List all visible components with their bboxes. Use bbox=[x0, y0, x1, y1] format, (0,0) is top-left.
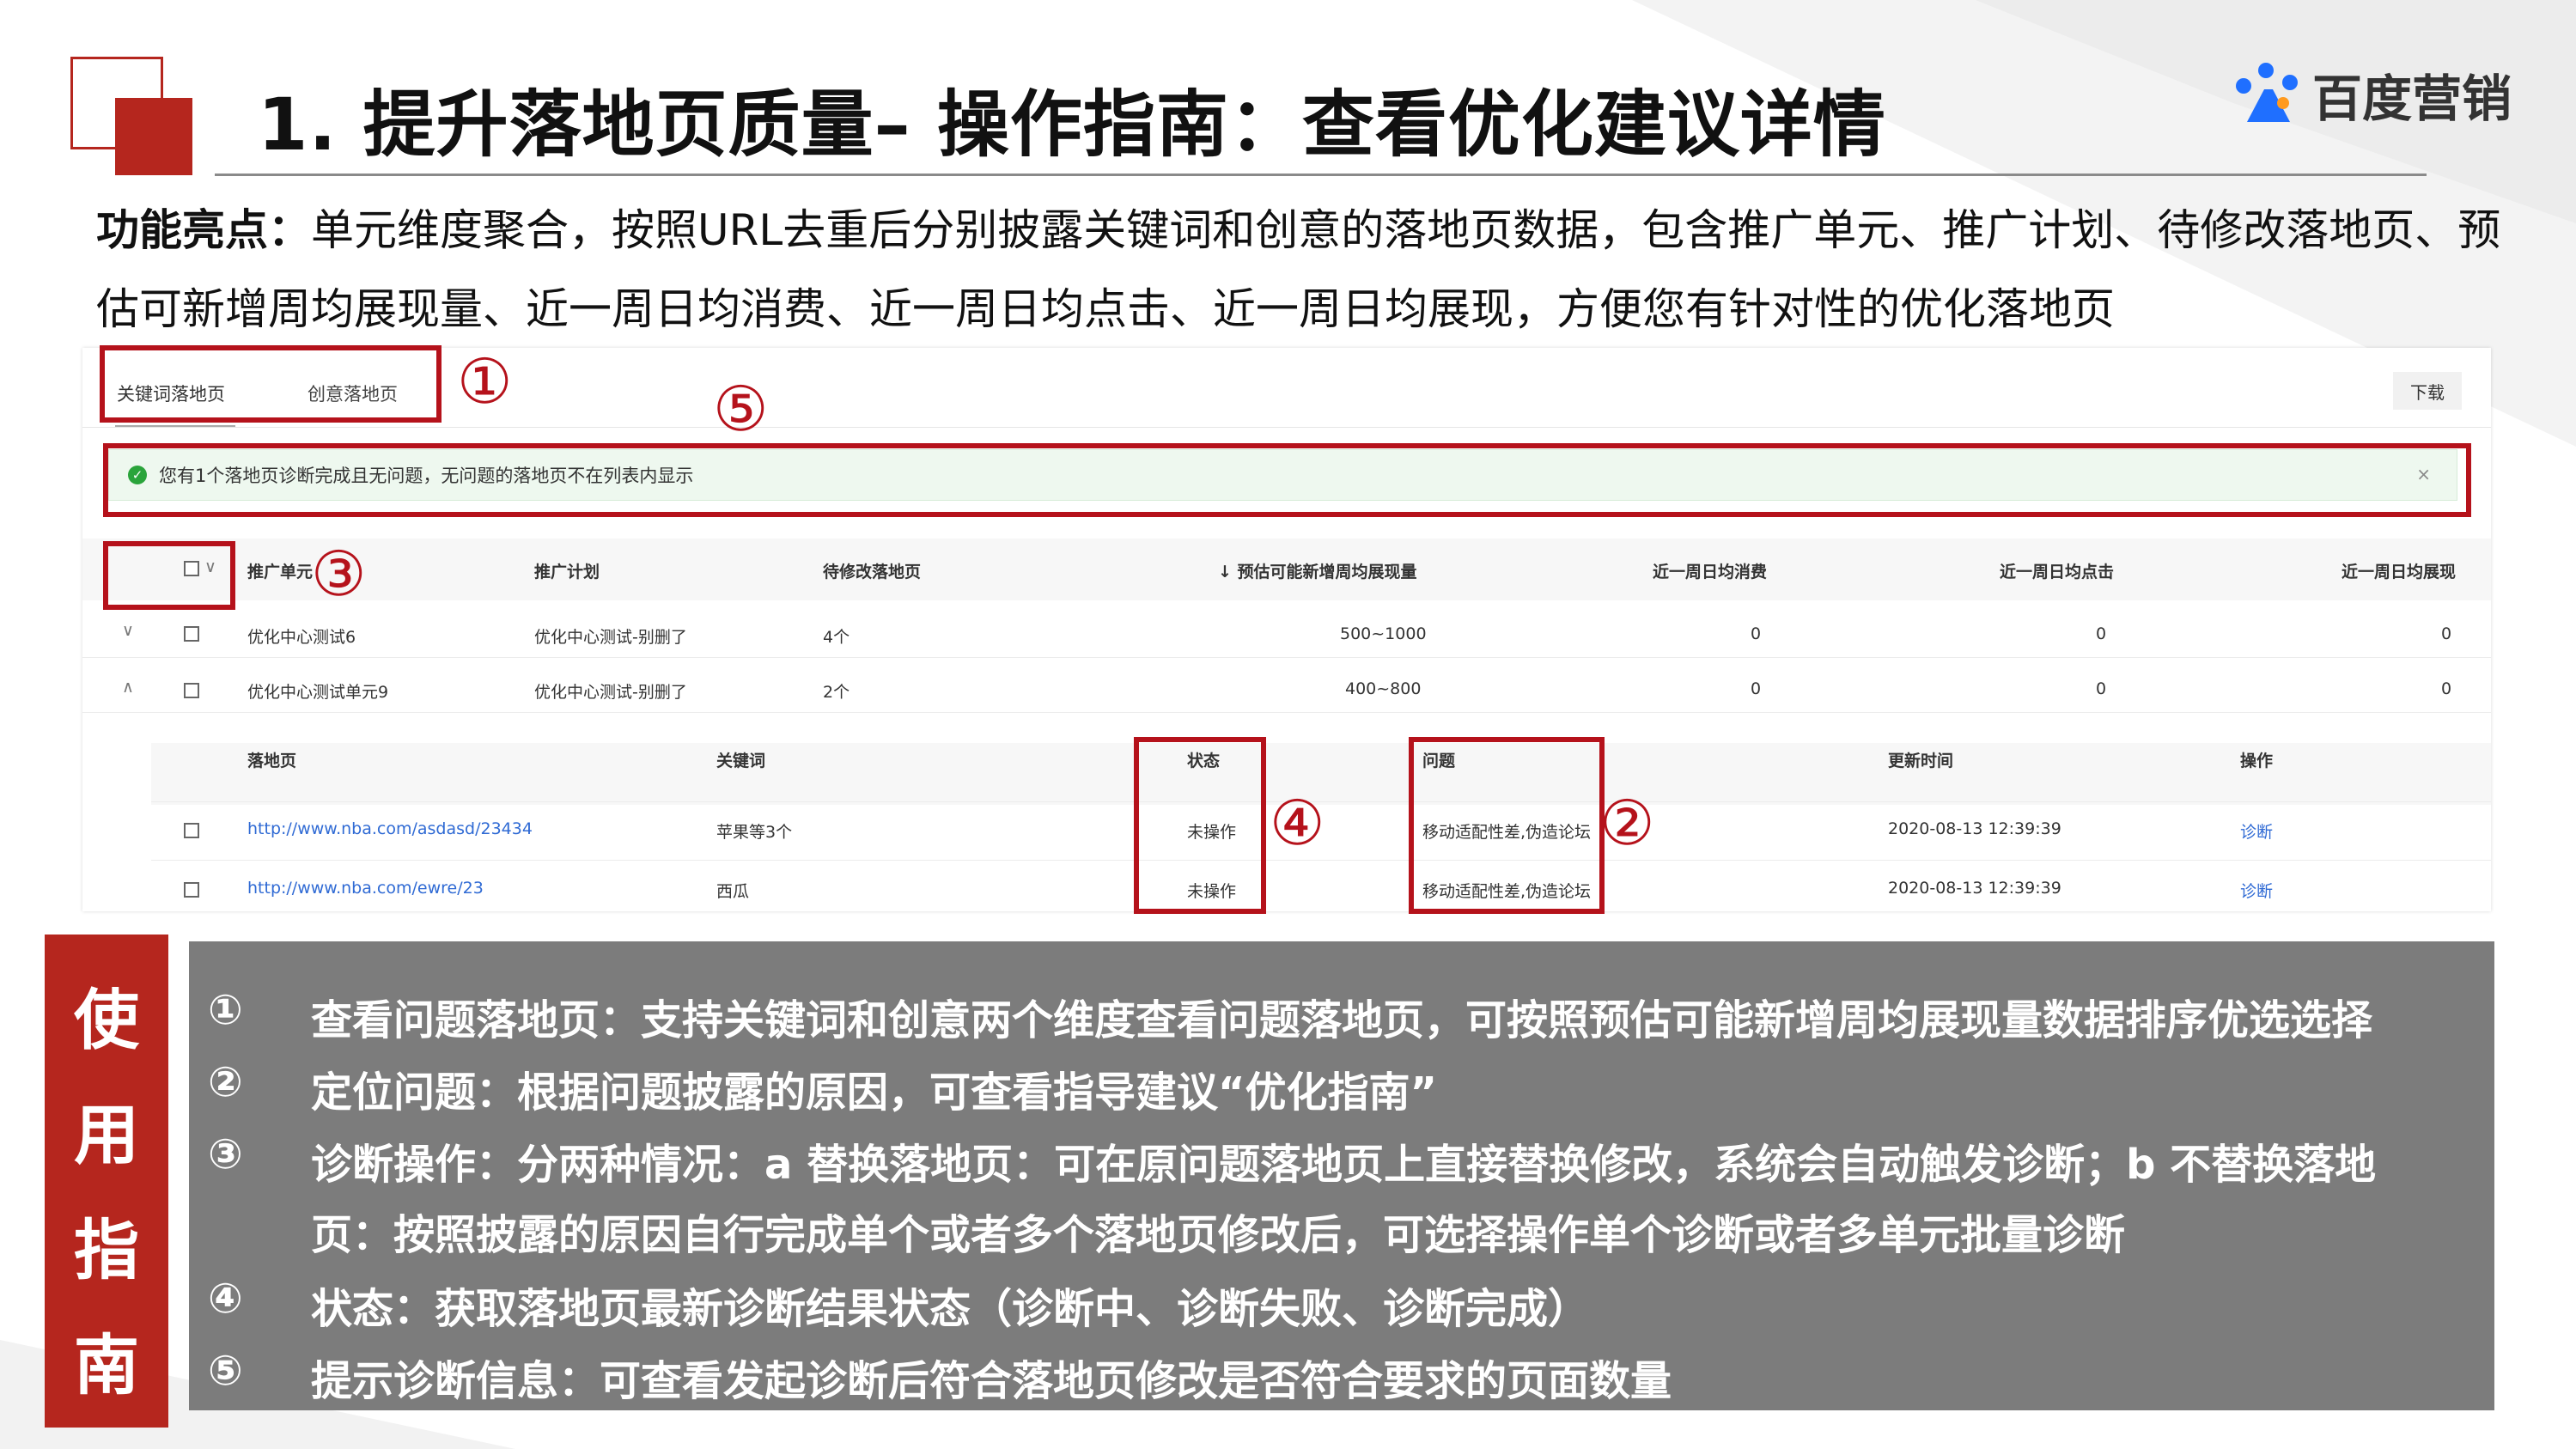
row-cost: 0 bbox=[1751, 624, 1762, 643]
annotation-box-notice bbox=[103, 443, 2471, 517]
feature-description: 功能亮点：单元维度聚合，按照URL去重后分别披露关键词和创意的落地页数据，包含推… bbox=[96, 191, 2518, 349]
header-cost: 近一周日均消费 bbox=[1653, 563, 1768, 581]
row-plan: 优化中心测试-别删了 bbox=[534, 683, 687, 702]
header-pages: 待修改落地页 bbox=[823, 563, 922, 581]
guide-item-number: ⑤ bbox=[208, 1347, 243, 1395]
guide-item-number: ③ bbox=[208, 1130, 243, 1178]
guide-item-number: ② bbox=[208, 1058, 243, 1106]
sub-header-time: 更新时间 bbox=[1888, 752, 1954, 770]
guide-item-text: 状态：获取落地页最新诊断结果状态（诊断中、诊断失败、诊断完成） bbox=[311, 1285, 1590, 1333]
guide-label-char: 用 bbox=[74, 1097, 139, 1173]
row-show: 0 bbox=[2441, 679, 2452, 698]
guide-item-text: 定位问题：根据问题披露的原因，可查看指导建议“优化指南” bbox=[311, 1068, 1438, 1117]
expand-row-icon[interactable]: ∨ bbox=[122, 621, 134, 640]
guide-item-text: 诊断操作：分两种情况：a 替换落地页：可在原问题落地页上直接替换修改，系统会自动… bbox=[311, 1141, 2377, 1189]
landing-page-link[interactable]: http://www.nba.com/ewre/23 bbox=[247, 879, 484, 898]
sub-header-action: 操作 bbox=[2240, 752, 2274, 770]
guide-label-char: 南 bbox=[74, 1327, 139, 1403]
row-click: 0 bbox=[2096, 679, 2107, 698]
title-divider bbox=[215, 174, 2427, 176]
row-checkbox[interactable] bbox=[184, 882, 199, 898]
header-plan: 推广计划 bbox=[534, 563, 600, 581]
row-unit: 优化中心测试6 bbox=[247, 628, 356, 647]
download-button[interactable]: 下载 bbox=[2393, 372, 2462, 410]
annotation-number-4: ④ bbox=[1270, 787, 1325, 859]
collapse-row-icon[interactable]: ∧ bbox=[122, 678, 134, 697]
diagnose-link[interactable]: 诊断 bbox=[2240, 819, 2273, 843]
row-keyword: 苹果等3个 bbox=[716, 823, 793, 842]
row-estimate: 500~1000 bbox=[1340, 624, 1427, 643]
guide-item-number: ① bbox=[208, 986, 243, 1034]
row-pages: 2个 bbox=[823, 683, 850, 702]
row-checkbox[interactable] bbox=[184, 683, 199, 698]
row-plan: 优化中心测试-别删了 bbox=[534, 628, 687, 647]
row-pages: 4个 bbox=[823, 628, 850, 647]
brand-logo: 百度营销 bbox=[2230, 58, 2512, 131]
annotation-number-3: ③ bbox=[311, 538, 367, 610]
row-divider bbox=[82, 657, 2491, 658]
annotation-number-5: ⑤ bbox=[713, 373, 769, 445]
guide-item-text: 页：按照披露的原因自行完成单个或者多个落地页修改后，可选择操作单个诊断或者多单元… bbox=[311, 1211, 2126, 1259]
guide-label-char: 指 bbox=[74, 1212, 139, 1288]
description-text: 单元维度聚合，按照URL去重后分别披露关键词和创意的落地页数据，包含推广单元、推… bbox=[96, 205, 2501, 334]
row-time: 2020-08-13 12:39:39 bbox=[1888, 819, 2061, 838]
row-checkbox[interactable] bbox=[184, 823, 199, 838]
row-keyword: 西瓜 bbox=[716, 882, 750, 901]
tab-divider bbox=[82, 427, 2491, 428]
description-label: 功能亮点： bbox=[96, 205, 311, 255]
usage-guide-label: 使 用 指 南 bbox=[45, 935, 168, 1428]
row-checkbox[interactable] bbox=[184, 626, 199, 642]
guide-item-text: 查看问题落地页：支持关键词和创意两个维度查看问题落地页，可按照预估可能新增周均展… bbox=[311, 996, 2373, 1044]
baidu-paw-icon bbox=[2236, 63, 2298, 122]
sub-header-keyword: 关键词 bbox=[716, 752, 766, 770]
landing-page-link[interactable]: http://www.nba.com/asdasd/23434 bbox=[247, 819, 533, 838]
guide-item-number: ④ bbox=[208, 1275, 243, 1323]
annotation-number-1: ① bbox=[457, 345, 513, 417]
annotation-box-issue bbox=[1409, 737, 1605, 914]
row-estimate: 400~800 bbox=[1345, 679, 1422, 698]
page-title: 1. 提升落地页质量– 操作指南：查看优化建议详情 bbox=[258, 82, 1886, 167]
logo-square-filled bbox=[115, 98, 192, 175]
row-divider bbox=[151, 860, 2491, 861]
diagnose-link[interactable]: 诊断 bbox=[2240, 879, 2273, 902]
header-estimate-sort[interactable]: ↓ 预估可能新增周均展现量 bbox=[1218, 559, 1417, 582]
header-show: 近一周日均展现 bbox=[2342, 563, 2457, 581]
row-divider bbox=[82, 712, 2491, 713]
row-unit: 优化中心测试单元9 bbox=[247, 683, 389, 702]
guide-label-char: 使 bbox=[74, 982, 139, 1058]
annotation-number-2: ② bbox=[1599, 787, 1655, 859]
row-show: 0 bbox=[2441, 624, 2452, 643]
annotation-box-select-all bbox=[103, 541, 235, 610]
annotation-box-status bbox=[1134, 737, 1266, 914]
annotation-box-tabs bbox=[100, 345, 442, 423]
row-cost: 0 bbox=[1751, 679, 1762, 698]
guide-item-text: 提示诊断信息：可查看发起诊断后符合落地页修改是否符合要求的页面数量 bbox=[311, 1357, 1672, 1405]
usage-guide-panel: ① 查看问题落地页：支持关键词和创意两个维度查看问题落地页，可按照预估可能新增周… bbox=[189, 941, 2494, 1410]
brand-name: 百度营销 bbox=[2312, 70, 2512, 128]
header-click: 近一周日均点击 bbox=[2000, 563, 2115, 581]
row-time: 2020-08-13 12:39:39 bbox=[1888, 879, 2061, 898]
sub-header-page: 落地页 bbox=[247, 752, 297, 770]
row-click: 0 bbox=[2096, 624, 2107, 643]
header-unit: 推广单元 bbox=[247, 563, 314, 581]
